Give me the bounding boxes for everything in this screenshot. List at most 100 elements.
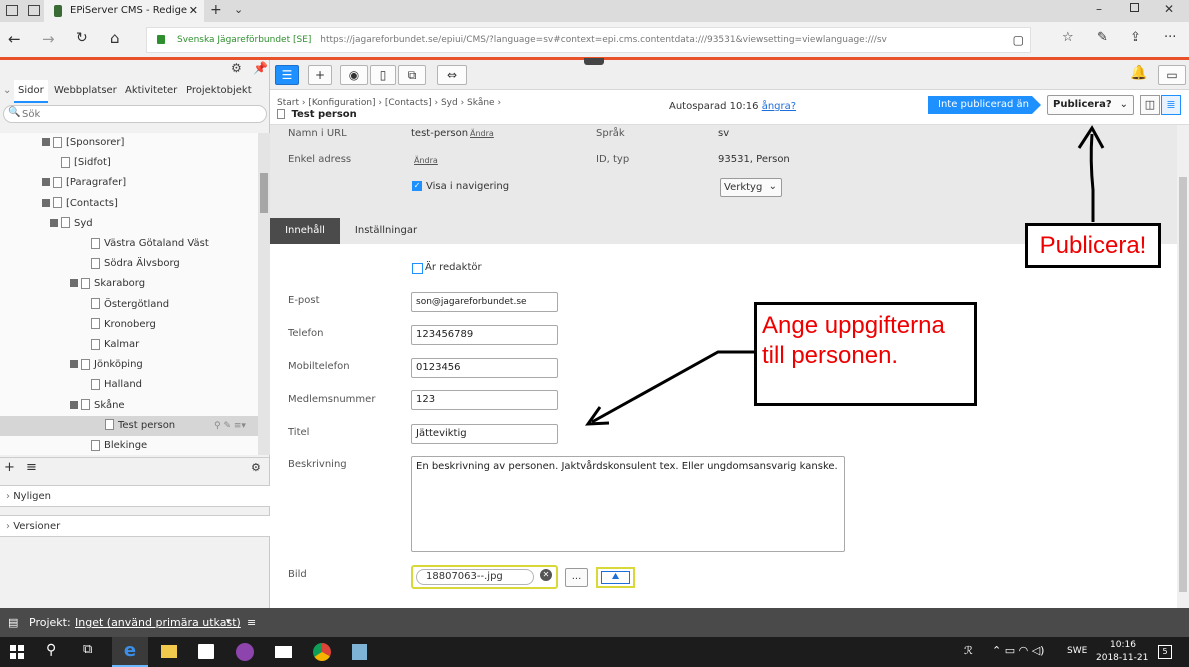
chevron-down-icon[interactable]: ⌄ bbox=[234, 3, 243, 16]
expand-icon[interactable] bbox=[42, 198, 50, 207]
clear-icon[interactable]: ✕ bbox=[540, 569, 552, 581]
breadcrumb-skane[interactable]: Skåne bbox=[467, 98, 495, 108]
versions-section[interactable]: › Versioner bbox=[0, 515, 270, 537]
tab-installningar[interactable]: Inställningar bbox=[346, 218, 426, 244]
tree-search-input[interactable] bbox=[22, 107, 252, 121]
maximize-icon[interactable] bbox=[1130, 3, 1139, 12]
publish-button[interactable]: Publicera? ⌄ bbox=[1047, 95, 1134, 115]
breadcrumb-syd[interactable]: Syd bbox=[441, 98, 458, 108]
new-tab-icon[interactable]: + bbox=[210, 2, 222, 18]
notification-center-icon[interactable]: 5 bbox=[1158, 645, 1172, 659]
tree-item[interactable]: Skåne bbox=[0, 396, 262, 416]
preview-button[interactable]: ◉ bbox=[340, 65, 368, 85]
change-address-link[interactable]: Ändra bbox=[414, 156, 438, 165]
share-icon[interactable]: ⇪ bbox=[1130, 30, 1141, 45]
people-icon[interactable]: ℛ bbox=[964, 644, 973, 657]
tab-innehall[interactable]: Innehåll bbox=[270, 218, 340, 244]
close-tab-icon[interactable]: ✕ bbox=[189, 0, 198, 22]
menu-icon[interactable]: ≡ bbox=[26, 458, 37, 478]
expand-icon[interactable] bbox=[70, 279, 78, 288]
phone-field[interactable]: 123456789 bbox=[411, 325, 558, 345]
tree-item[interactable]: Kronoberg bbox=[0, 315, 262, 335]
collapse-handle[interactable] bbox=[584, 58, 604, 65]
layout-list-button[interactable]: ≣ bbox=[1161, 95, 1181, 115]
tree-item[interactable]: Kalmar bbox=[0, 335, 262, 355]
reading-view-icon[interactable]: ▢ bbox=[1013, 28, 1024, 52]
show-in-nav-checkbox[interactable]: ✓ bbox=[412, 181, 422, 191]
tree-search[interactable]: 🔍 bbox=[3, 105, 267, 123]
tab-aktiviteter[interactable]: Aktiviteter bbox=[125, 80, 177, 101]
add-icon[interactable]: + bbox=[4, 458, 15, 478]
language-indicator[interactable]: SWE bbox=[1067, 646, 1087, 656]
change-url-link[interactable]: Ändra bbox=[470, 129, 494, 138]
row-actions-icon[interactable]: ⚲ ✎ ≡▾ bbox=[214, 416, 246, 436]
chevron-down-icon[interactable]: ⌄ bbox=[3, 80, 11, 101]
minimize-icon[interactable]: – bbox=[1096, 2, 1102, 16]
tree-item[interactable]: [Contacts] bbox=[0, 194, 262, 214]
dropdown-icon[interactable]: ▾ bbox=[226, 608, 231, 637]
home-icon[interactable]: ⌂ bbox=[110, 29, 120, 47]
app-icon[interactable] bbox=[236, 643, 254, 661]
tree-toggle-button[interactable]: ☰ bbox=[275, 65, 299, 85]
clock-time[interactable]: 10:16 bbox=[1110, 640, 1136, 650]
image-preview[interactable]: ⛰ bbox=[596, 567, 635, 588]
task-view-icon[interactable]: ⧉ bbox=[83, 642, 92, 657]
scrollbar-thumb[interactable] bbox=[260, 173, 268, 213]
refresh-icon[interactable]: ↻ bbox=[76, 30, 88, 46]
favorites-icon[interactable]: ☆ bbox=[1062, 30, 1074, 45]
mail-icon[interactable] bbox=[275, 646, 292, 658]
chrome-icon[interactable] bbox=[313, 643, 331, 661]
compare-button[interactable]: ⧉ bbox=[398, 65, 426, 85]
edge-icon[interactable]: e bbox=[112, 637, 148, 667]
menu-icon[interactable]: ≡ bbox=[247, 608, 256, 637]
gear-icon[interactable]: ⚙ bbox=[231, 61, 242, 75]
back-tabs-icon[interactable] bbox=[28, 5, 40, 16]
tree-scrollbar[interactable] bbox=[258, 133, 270, 455]
tab-sidor[interactable]: Sidor bbox=[14, 80, 48, 103]
layout-split-button[interactable]: ◫ bbox=[1140, 95, 1160, 115]
tree-item[interactable]: [Paragrafer] bbox=[0, 173, 262, 193]
url-field[interactable]: Svenska Jägareförbundet [SE] https://jag… bbox=[146, 27, 1031, 53]
clock-date[interactable]: 2018-11-21 bbox=[1096, 653, 1148, 663]
breadcrumb-start[interactable]: Start bbox=[277, 98, 299, 108]
store-icon[interactable] bbox=[198, 644, 214, 659]
ellipsis-icon[interactable]: ··· bbox=[1164, 30, 1176, 45]
tray-icons[interactable]: ⌃ ▭ ◠ ◁) bbox=[992, 644, 1044, 657]
settings-icon[interactable]: ⚙ bbox=[251, 458, 261, 478]
tab-projektobjekt[interactable]: Projektobjekt bbox=[186, 80, 252, 101]
browser-tab[interactable]: EPiServer CMS - Redige ✕ bbox=[44, 0, 204, 22]
tree-item[interactable]: Östergötland bbox=[0, 295, 262, 315]
scrollbar-thumb[interactable] bbox=[1179, 177, 1187, 592]
tab-webbplatser[interactable]: Webbplatser bbox=[54, 80, 117, 101]
breadcrumb-konfiguration[interactable]: [Konfiguration] bbox=[308, 98, 375, 108]
expand-icon[interactable] bbox=[42, 178, 50, 187]
add-content-button[interactable]: + bbox=[308, 65, 332, 85]
title-field[interactable]: Jätteviktig bbox=[411, 424, 558, 444]
notifications-icon[interactable]: 🔔 bbox=[1130, 65, 1147, 81]
expand-icon[interactable] bbox=[42, 138, 50, 146]
tree-item[interactable]: Halland bbox=[0, 375, 262, 395]
assets-button[interactable]: ▭ bbox=[1158, 65, 1186, 85]
tree-item[interactable]: [Sidfot] bbox=[0, 153, 262, 173]
expand-icon[interactable] bbox=[50, 218, 58, 227]
mobile-field[interactable]: 0123456 bbox=[411, 358, 558, 378]
explorer-icon[interactable] bbox=[161, 645, 177, 658]
browse-button[interactable]: ... bbox=[565, 568, 588, 587]
start-icon[interactable] bbox=[10, 645, 24, 659]
back-icon[interactable]: ← bbox=[8, 30, 21, 48]
tree-item[interactable]: Blekinge bbox=[0, 436, 262, 455]
expand-icon[interactable] bbox=[70, 400, 78, 409]
project-selector[interactable]: Inget (använd primära utkast) bbox=[75, 608, 241, 637]
pin-icon[interactable]: 📌 bbox=[253, 61, 268, 75]
close-window-icon[interactable]: ✕ bbox=[1164, 2, 1174, 16]
pen-icon[interactable]: ✎ bbox=[1097, 30, 1108, 45]
toggle-panes-button[interactable]: ⇔ bbox=[437, 65, 467, 85]
notepad-icon[interactable] bbox=[352, 644, 367, 660]
tree-item[interactable]: Södra Älvsborg bbox=[0, 254, 262, 274]
image-selector[interactable]: 18807063--.jpg ✕ bbox=[411, 565, 558, 589]
tree-item[interactable]: [Sponsorer] bbox=[0, 133, 262, 153]
tree-item[interactable]: Västra Götaland Väst bbox=[0, 234, 262, 254]
recent-section[interactable]: › Nyligen bbox=[0, 485, 270, 507]
forward-icon[interactable]: → bbox=[42, 30, 55, 48]
tree-item[interactable]: Jönköping bbox=[0, 355, 262, 375]
